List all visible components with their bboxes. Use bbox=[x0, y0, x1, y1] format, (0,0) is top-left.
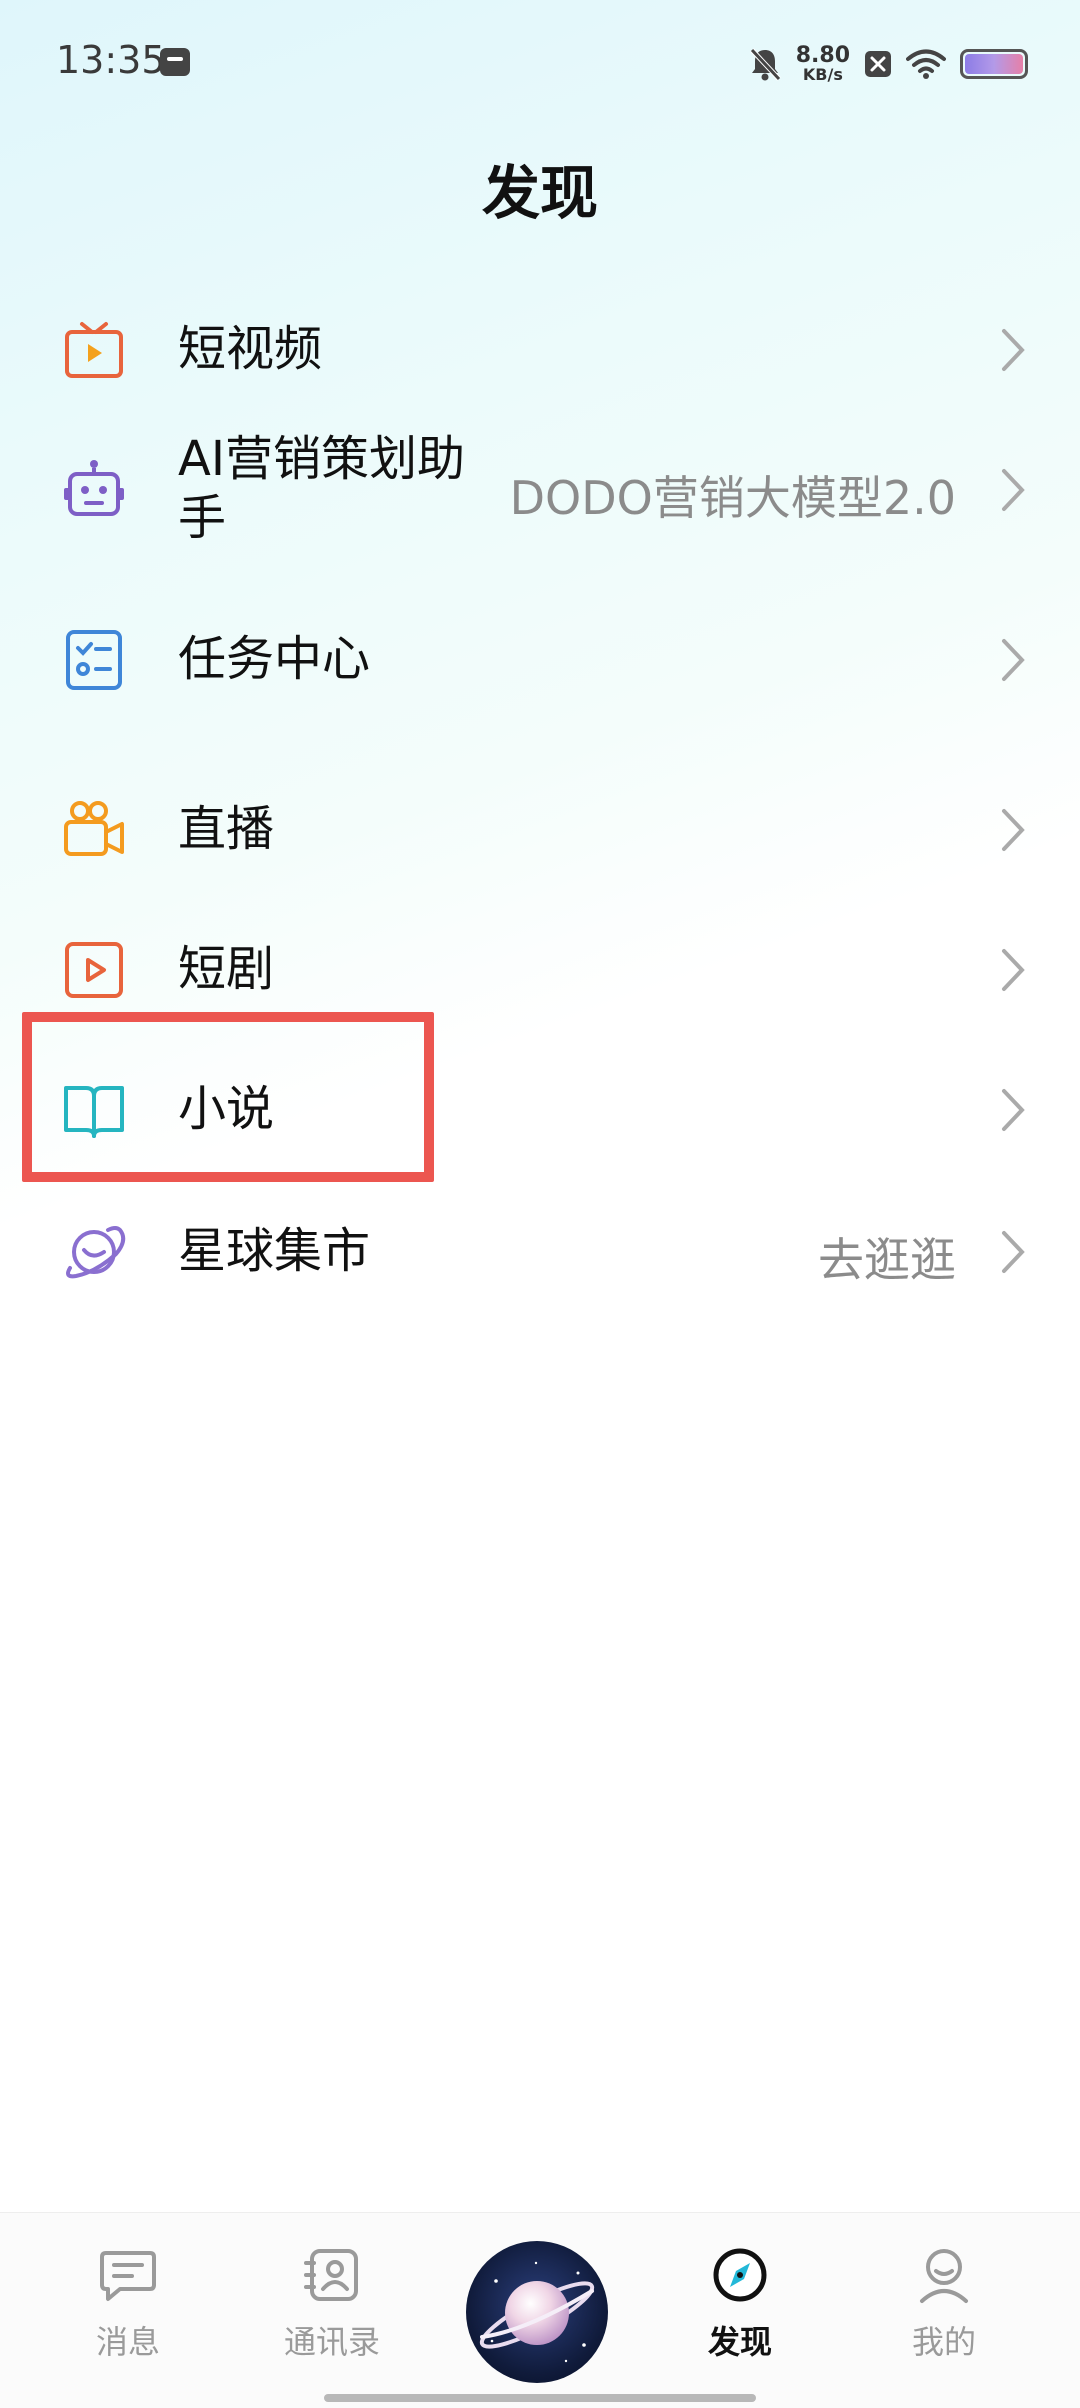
tv-play-icon bbox=[65, 322, 123, 378]
page-title: 发现 bbox=[481, 159, 598, 227]
chevron-right-icon bbox=[1002, 469, 1025, 511]
tab-messages[interactable]: 消息 bbox=[53, 2245, 203, 2375]
menu-item-ai-marketing[interactable]: AI营销策划助手 DODO营销大模型2.0 bbox=[0, 420, 1080, 560]
checklist-icon bbox=[66, 630, 122, 690]
tab-contacts[interactable]: 通讯录 bbox=[257, 2245, 407, 2375]
menu-item-task-center[interactable]: 任务中心 bbox=[0, 610, 1080, 710]
status-icons: 8.80 KB/s bbox=[748, 40, 1028, 88]
menu-item-value: 去逛逛 bbox=[818, 1233, 956, 1287]
status-bar: 13:35 8.80 KB/s bbox=[0, 0, 1080, 128]
status-time: 13:35 bbox=[56, 38, 166, 82]
tab-discover[interactable]: 发现 bbox=[665, 2245, 815, 2375]
highlight-box bbox=[22, 1012, 434, 1182]
bottom-tab-bar: 消息 通讯录 发现 我的 bbox=[0, 2212, 1080, 2408]
chat-icon bbox=[100, 2251, 156, 2301]
planet-center-button[interactable] bbox=[466, 2241, 608, 2383]
notification-app-icon bbox=[160, 48, 190, 76]
menu-item-label: 星球集市 bbox=[178, 1223, 371, 1279]
menu-item-short-video[interactable]: 短视频 bbox=[0, 300, 1080, 400]
chevron-right-icon bbox=[1002, 1231, 1025, 1273]
menu-item-short-drama[interactable]: 短剧 bbox=[0, 920, 1080, 1020]
menu-item-label: AI营销策划助手 bbox=[178, 431, 465, 546]
menu-item-planet-market[interactable]: 星球集市 去逛逛 bbox=[0, 1202, 1080, 1302]
chevron-right-icon bbox=[1002, 809, 1025, 851]
tab-label: 消息 bbox=[95, 2323, 160, 2361]
wifi-icon bbox=[906, 49, 946, 79]
network-speed: 8.80 KB/s bbox=[796, 45, 850, 83]
menu-item-live[interactable]: 直播 bbox=[0, 780, 1080, 880]
video-camera-icon bbox=[64, 801, 124, 856]
chevron-right-icon bbox=[1002, 639, 1025, 681]
contacts-icon bbox=[304, 2249, 358, 2301]
planet-icon bbox=[66, 1226, 126, 1279]
tab-label: 通讯录 bbox=[283, 2323, 380, 2361]
mute-bell-icon bbox=[749, 48, 781, 81]
battery-icon bbox=[960, 49, 1028, 79]
tab-label: 发现 bbox=[707, 2323, 772, 2361]
tab-label: 我的 bbox=[911, 2323, 976, 2361]
robot-icon bbox=[64, 460, 124, 516]
home-indicator[interactable] bbox=[324, 2394, 756, 2402]
menu-item-label: 任务中心 bbox=[178, 631, 371, 687]
chevron-right-icon bbox=[1002, 949, 1025, 991]
close-box-icon bbox=[865, 51, 891, 77]
menu-item-label: 短视频 bbox=[178, 321, 323, 377]
network-speed-unit: KB/s bbox=[802, 65, 843, 84]
menu-item-label: 直播 bbox=[178, 801, 275, 857]
tab-mine[interactable]: 我的 bbox=[869, 2245, 1019, 2375]
chevron-right-icon bbox=[1002, 1089, 1025, 1131]
person-icon bbox=[920, 2249, 968, 2303]
network-speed-value: 8.80 bbox=[795, 43, 850, 68]
compass-icon bbox=[713, 2248, 767, 2302]
menu-item-label: 短剧 bbox=[178, 941, 275, 997]
menu-item-value: DODO营销大模型2.0 bbox=[509, 471, 956, 525]
play-box-icon bbox=[65, 942, 123, 998]
chevron-right-icon bbox=[1002, 329, 1025, 371]
planet-center-icon bbox=[479, 2261, 595, 2363]
